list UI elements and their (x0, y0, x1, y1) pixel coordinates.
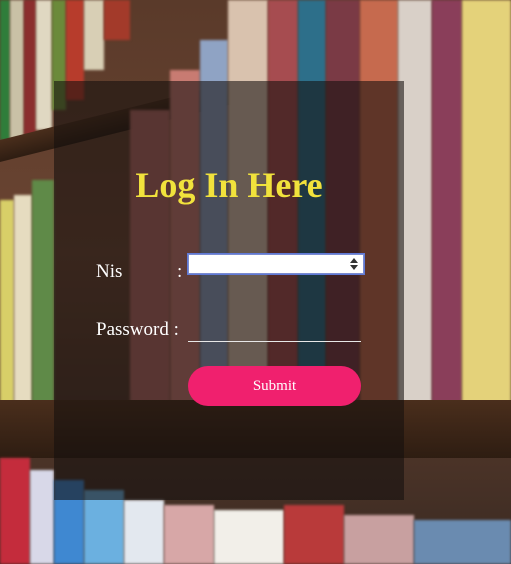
nis-field[interactable] (187, 253, 365, 275)
login-panel (54, 81, 404, 500)
password-field[interactable] (188, 322, 361, 342)
nis-colon: : (177, 261, 183, 282)
spinner-up-icon[interactable] (350, 258, 358, 263)
page-title: Log In Here (135, 165, 323, 205)
submit-button[interactable]: Submit (188, 366, 361, 406)
nis-label: Nis (96, 261, 123, 282)
spinner-arrows-icon[interactable] (348, 256, 361, 272)
spinner-down-icon[interactable] (350, 265, 358, 270)
password-label: Password : (96, 319, 179, 340)
